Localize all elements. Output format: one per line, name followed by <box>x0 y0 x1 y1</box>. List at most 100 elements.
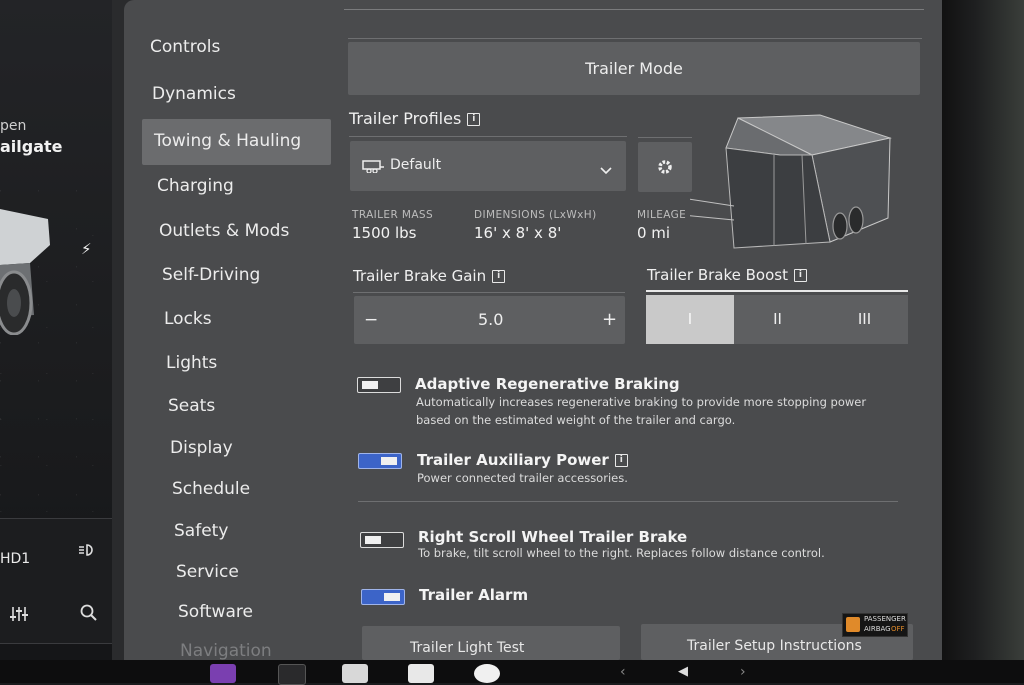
menu-item-service[interactable]: Service <box>168 551 351 593</box>
menu-item-label: Locks <box>164 309 212 329</box>
taskbar <box>0 660 1024 683</box>
menu-item-label: Self-Driving <box>162 265 261 285</box>
chevron-down-icon <box>600 160 612 179</box>
mass-label: TRAILER MASS <box>352 209 434 221</box>
trailer-alarm-toggle[interactable] <box>361 589 405 605</box>
boost-option-2[interactable]: II <box>734 295 821 344</box>
scroll-brake-toggle[interactable] <box>360 532 404 548</box>
top-divider <box>344 9 924 10</box>
trailer-light-test-button[interactable]: Trailer Light Test <box>362 626 620 660</box>
trailer-alarm-title: Trailer Alarm <box>419 586 529 604</box>
options-divider <box>358 501 898 502</box>
app-icon[interactable] <box>210 664 236 683</box>
trailer-mode-top-line <box>348 38 922 39</box>
adaptive-regen-desc-1: Automatically increases regenerative bra… <box>416 395 867 409</box>
info-icon[interactable]: i <box>614 454 628 467</box>
passenger-airbag-indicator: PASSENGER AIRBAG OFF <box>842 613 908 637</box>
light-test-label: Trailer Light Test <box>410 640 525 656</box>
app-icon[interactable] <box>474 664 500 683</box>
boost-option-label: I <box>687 310 693 328</box>
menu-item-label: Outlets & Mods <box>159 221 290 241</box>
lightning-icon: ⚡ <box>81 240 92 258</box>
menu-item-label: Lights <box>166 353 218 373</box>
adaptive-regen-title: Adaptive Regenerative Braking <box>415 375 680 393</box>
info-icon[interactable]: i <box>467 113 481 126</box>
settings-divider <box>638 137 692 138</box>
decrease-button[interactable]: − <box>364 310 378 330</box>
brake-gain-stepper[interactable]: − 5.0 + <box>354 296 625 344</box>
brake-gain-label: Trailer Brake Gain <box>353 267 487 285</box>
menu-item-label: Dynamics <box>152 84 236 104</box>
equalizer-icon[interactable] <box>9 606 29 626</box>
menu-item-controls[interactable]: Controls <box>142 26 325 68</box>
scroll-brake-desc: To brake, tilt scroll wheel to the right… <box>418 546 825 560</box>
trailer-profiles-label: Trailer Profiles <box>349 109 462 128</box>
app-icon[interactable] <box>278 664 306 685</box>
boost-option-label: II <box>773 310 782 328</box>
menu-item-display[interactable]: Display <box>162 427 345 469</box>
profile-dropdown[interactable]: Default <box>350 141 626 191</box>
menu-item-outlets-mods[interactable]: Outlets & Mods <box>151 210 334 252</box>
menu-item-lights[interactable]: Lights <box>158 342 341 384</box>
menu-item-label: Schedule <box>172 479 251 499</box>
brake-boost-label: Trailer Brake Boost <box>647 266 788 284</box>
menu-item-software[interactable]: Software <box>170 591 353 633</box>
status-tailgate[interactable]: ailgate <box>0 137 63 156</box>
app-icon[interactable] <box>342 664 368 683</box>
menu-item-label: Software <box>178 602 253 622</box>
menu-item-label: Safety <box>174 521 229 541</box>
trailer-mode-button[interactable]: Trailer Mode <box>348 42 920 95</box>
trailer-image <box>629 110 900 260</box>
increase-button[interactable]: + <box>602 309 617 330</box>
boost-option-1[interactable]: I <box>646 295 734 344</box>
menu-item-schedule[interactable]: Schedule <box>164 468 347 510</box>
trailer-profiles-title: Trailer Profiles i <box>349 109 481 128</box>
brake-boost-title: Trailer Brake Boost i <box>647 266 807 284</box>
menu-item-seats[interactable]: Seats <box>160 385 343 427</box>
airbag-icon <box>846 617 860 632</box>
profile-settings-button[interactable] <box>638 142 692 192</box>
menu-item-label: Display <box>170 438 233 458</box>
menu-item-charging[interactable]: Charging <box>149 165 332 207</box>
menu-item-safety[interactable]: Safety <box>166 510 349 552</box>
menu-item-locks[interactable]: Locks <box>156 298 339 340</box>
aux-power-toggle[interactable] <box>358 453 402 469</box>
right-bezel <box>942 0 1024 660</box>
chevron-left-icon[interactable]: ‹ <box>620 664 626 680</box>
dimensions-label: DIMENSIONS (LxWxH) <box>474 209 597 221</box>
mileage-value: 0 mi <box>637 224 671 242</box>
menu-item-self-driving[interactable]: Self-Driving <box>154 254 337 296</box>
aux-power-label: Trailer Auxiliary Power <box>417 451 609 469</box>
search-icon[interactable] <box>80 604 98 626</box>
toggle-knob <box>362 381 378 389</box>
info-icon[interactable]: i <box>492 270 506 283</box>
brake-boost-divider <box>646 290 908 292</box>
vehicle-image <box>0 205 50 336</box>
gear-icon <box>656 158 674 180</box>
profiles-divider <box>349 136 627 137</box>
chevron-right-icon[interactable]: › <box>740 664 746 680</box>
adaptive-regen-desc-2: based on the estimated weight of the tra… <box>416 413 736 427</box>
dimensions-value: 16' x 8' x 8' <box>474 224 562 242</box>
settings-menu: Controls Dynamics Towing & Hauling Charg… <box>140 0 343 661</box>
toggle-knob <box>381 457 397 465</box>
trailer-icon <box>362 158 384 177</box>
volume-icon[interactable]: ◀ <box>678 664 688 679</box>
toggle-knob <box>365 536 381 544</box>
aux-power-title: Trailer Auxiliary Power i <box>417 451 628 469</box>
menu-item-label: Navigation <box>180 641 272 661</box>
app-icon[interactable] <box>408 664 434 683</box>
aux-power-desc: Power connected trailer accessories. <box>417 471 628 485</box>
airbag-off: OFF <box>891 625 905 633</box>
mass-value: 1500 lbs <box>352 224 417 242</box>
menu-item-label: Seats <box>168 396 216 416</box>
info-icon[interactable]: i <box>793 269 807 282</box>
boost-option-3[interactable]: III <box>821 295 908 344</box>
adaptive-regen-toggle[interactable] <box>357 377 401 393</box>
brake-boost-selector: I II III <box>646 295 908 344</box>
status-small: pen <box>0 118 27 134</box>
menu-item-dynamics[interactable]: Dynamics <box>144 73 327 115</box>
menu-item-towing-hauling[interactable]: Towing & Hauling <box>142 119 331 165</box>
hd-label: HD1 <box>0 551 31 567</box>
headlight-icon[interactable] <box>78 542 96 556</box>
